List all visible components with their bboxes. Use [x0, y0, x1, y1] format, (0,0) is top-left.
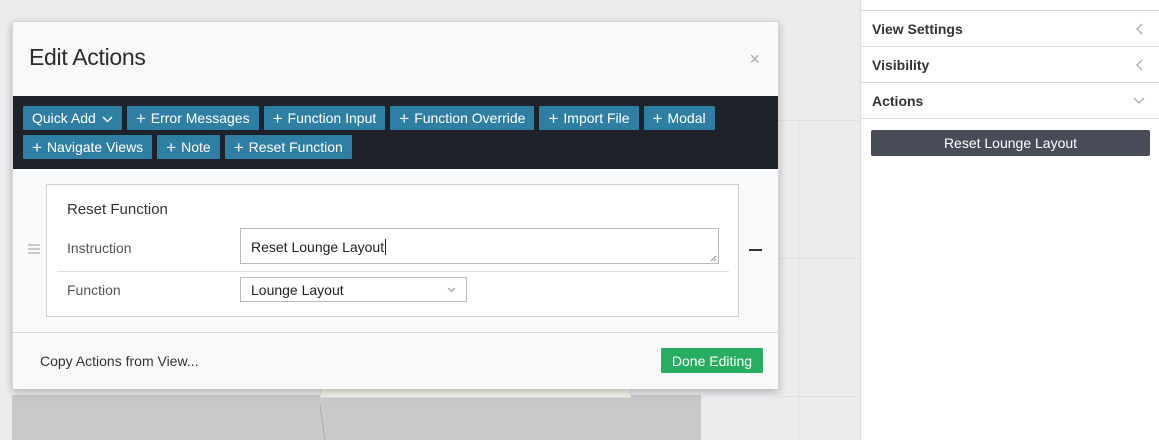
reset-function-action-card: Reset Function Instruction Reset Lounge … — [46, 184, 739, 317]
canvas-divider — [778, 396, 860, 397]
add-error-messages-button[interactable]: + Error Messages — [126, 106, 259, 130]
properties-sidebar: View Settings Visibility Actions Reset L… — [860, 0, 1159, 440]
canvas-panel — [12, 395, 701, 440]
plus-icon: + — [135, 108, 146, 128]
remove-action-button[interactable] — [749, 249, 762, 251]
section-label: Visibility — [872, 56, 930, 73]
chevron-down-icon — [447, 287, 456, 292]
drag-handle-icon[interactable] — [27, 242, 41, 254]
sidebar-section-view-settings[interactable]: View Settings — [861, 11, 1159, 47]
chevron-down-icon — [1131, 93, 1147, 109]
sidebar-section-partial[interactable] — [861, 0, 1159, 11]
plus-icon: + — [399, 108, 410, 128]
action-toolbar: Quick Add + Error Messages + Function Inpu… — [13, 96, 778, 169]
modal-title: Edit Actions — [29, 44, 146, 70]
modal-footer: Copy Actions from View... Done Editing — [13, 333, 778, 389]
button-label: Function Input — [287, 110, 377, 126]
plus-icon: + — [548, 108, 559, 128]
close-icon[interactable]: × — [749, 49, 760, 70]
add-reset-function-button[interactable]: + Reset Function — [224, 135, 352, 159]
canvas-divider — [778, 258, 860, 259]
add-modal-button[interactable]: + Modal — [643, 106, 715, 130]
quick-add-dropdown[interactable]: Quick Add — [23, 106, 122, 130]
canvas-element — [320, 388, 631, 398]
plus-icon: + — [652, 108, 663, 128]
section-label: Actions — [872, 92, 924, 109]
section-label: View Settings — [872, 20, 963, 37]
plus-icon: + — [272, 108, 283, 128]
button-label: Modal — [667, 110, 706, 126]
add-note-button[interactable]: + Note — [157, 135, 220, 159]
quick-add-label: Quick Add — [32, 110, 96, 126]
canvas-divider — [798, 120, 799, 440]
function-selected-value: Lounge Layout — [251, 281, 344, 298]
modal-header: Edit Actions × — [13, 22, 778, 96]
instruction-input[interactable]: Reset Lounge Layout — [240, 228, 719, 264]
chevron-left-icon — [1131, 21, 1147, 37]
instruction-value: Reset Lounge Layout — [251, 239, 385, 255]
plus-icon: + — [166, 137, 177, 157]
chevron-down-icon — [102, 110, 113, 126]
button-label: Import File — [563, 110, 630, 126]
add-function-override-button[interactable]: + Function Override — [390, 106, 535, 130]
row-divider — [57, 271, 729, 272]
add-navigate-views-button[interactable]: + Navigate Views — [23, 135, 153, 159]
text-cursor — [385, 239, 387, 255]
action-title: Reset Function — [67, 201, 168, 218]
canvas-divider — [778, 120, 860, 121]
plus-icon: + — [32, 137, 42, 157]
function-select[interactable]: Lounge Layout — [240, 277, 467, 302]
chevron-left-icon — [1131, 57, 1147, 73]
button-label: Error Messages — [150, 110, 250, 126]
instruction-label: Instruction — [67, 240, 132, 256]
edit-actions-modal: Edit Actions × Quick Add + Error Messages… — [12, 21, 779, 389]
plus-icon: + — [233, 137, 244, 157]
sidebar-section-visibility[interactable]: Visibility — [861, 47, 1159, 83]
add-function-input-button[interactable]: + Function Input — [263, 106, 386, 130]
done-editing-button[interactable]: Done Editing — [661, 348, 763, 373]
reset-lounge-layout-button[interactable]: Reset Lounge Layout — [871, 130, 1150, 156]
copy-actions-link[interactable]: Copy Actions from View... — [40, 353, 198, 369]
sidebar-section-actions[interactable]: Actions — [861, 83, 1159, 119]
button-label: Reset Function — [248, 139, 343, 155]
function-label: Function — [67, 282, 121, 298]
add-import-file-button[interactable]: + Import File — [539, 106, 639, 130]
button-label: Navigate Views — [46, 139, 144, 155]
button-label: Note — [181, 139, 211, 155]
resize-handle-icon[interactable] — [710, 255, 717, 262]
button-label: Function Override — [414, 110, 526, 126]
modal-body: Reset Function Instruction Reset Lounge … — [13, 169, 778, 333]
